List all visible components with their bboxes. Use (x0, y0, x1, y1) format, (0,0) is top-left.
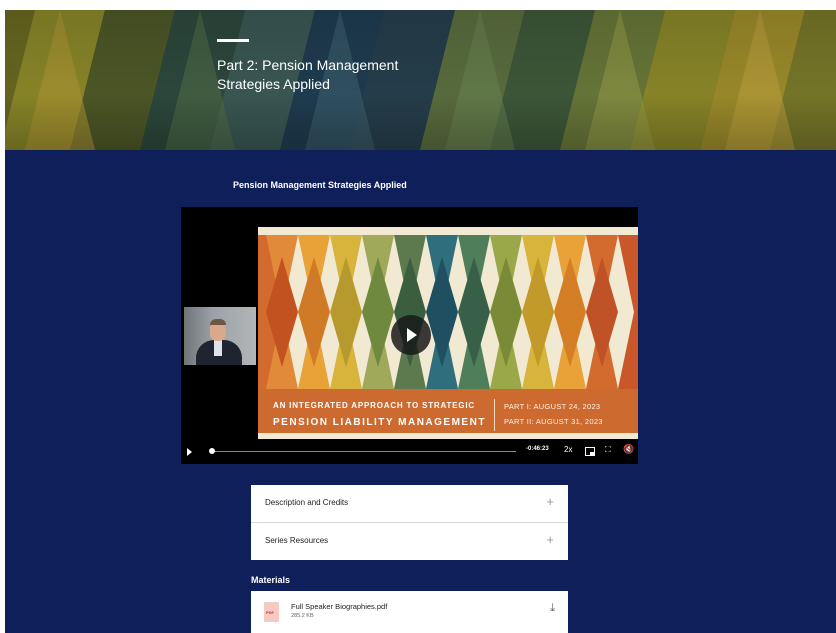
slide-date-part2: PART II: AUGUST 31, 2023 (504, 417, 603, 426)
control-play-icon[interactable] (187, 448, 192, 456)
playback-speed-button[interactable]: 2x (564, 445, 572, 454)
accordion-label: Series Resources (265, 536, 329, 545)
slide-title-line2: PENSION LIABILITY MANAGEMENT (273, 417, 486, 428)
plus-icon[interactable]: + (546, 532, 554, 547)
slide-title-line1: AN INTEGRATED APPROACH TO STRATEGIC (273, 401, 475, 410)
fullscreen-icon[interactable]: ⛶ (605, 445, 611, 455)
mute-icon[interactable]: 🔇 (623, 444, 634, 455)
pdf-badge: PDF (266, 610, 274, 615)
progress-track[interactable] (212, 451, 516, 452)
hero-banner: Part 2: Pension Management Strategies Ap… (5, 10, 836, 150)
play-button[interactable] (391, 315, 431, 355)
download-icon[interactable]: ⤓ (550, 602, 555, 615)
accordion: Description and Credits + Series Resourc… (251, 485, 568, 560)
accordion-series-resources[interactable]: Series Resources + (251, 523, 568, 560)
play-icon (407, 328, 417, 342)
accordion-description-credits[interactable]: Description and Credits + (251, 485, 568, 523)
page-title: Part 2: Pension Management Strategies Ap… (217, 57, 399, 92)
hero-accent-line (217, 39, 249, 42)
video-slide: AN INTEGRATED APPROACH TO STRATEGIC PENS… (258, 227, 638, 440)
video-heading: Pension Management Strategies Applied (233, 180, 407, 190)
pdf-file-icon: PDF (264, 602, 279, 622)
accordion-label: Description and Credits (265, 498, 349, 507)
material-file-item[interactable]: PDF Full Speaker Biographies.pdf 285.2 K… (251, 591, 568, 633)
slide-divider (494, 399, 495, 431)
file-name[interactable]: Full Speaker Biographies.pdf (291, 602, 387, 611)
file-size: 285.2 KB (291, 613, 314, 619)
picture-in-picture-icon[interactable] (585, 447, 595, 456)
video-player[interactable]: AN INTEGRATED APPROACH TO STRATEGIC PENS… (181, 207, 638, 464)
slide-date-part1: PART I: AUGUST 24, 2023 (504, 402, 601, 411)
main-content: Pension Management Strategies Applied AN… (5, 150, 836, 633)
time-remaining: -0:46:23 (526, 446, 549, 452)
page-frame: Part 2: Pension Management Strategies Ap… (5, 10, 836, 633)
plus-icon[interactable]: + (546, 494, 554, 509)
materials-heading: Materials (251, 575, 291, 585)
video-controls: -0:46:23 2x ⛶ 🔇 (181, 439, 638, 464)
progress-knob[interactable] (209, 448, 215, 454)
speaker-webcam (184, 307, 256, 365)
